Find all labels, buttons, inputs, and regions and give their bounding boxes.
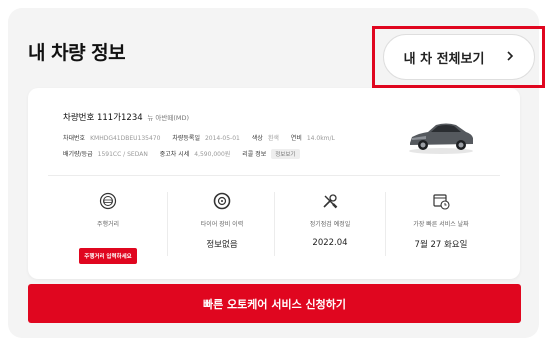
highlight-frame: [372, 26, 545, 88]
plate-row: 차량번호 111가1234 뉴 아반떼(MD): [63, 111, 189, 123]
displacement-label: 배기량/등급: [63, 151, 93, 158]
odometer-icon: [99, 192, 117, 210]
stat-mileage: 주행거리 주행거리 입력하세요: [56, 192, 160, 264]
used-price-value: 4,590,000원: [194, 151, 231, 158]
plate-number: 111가1234: [96, 113, 143, 123]
color-value: 흰색: [267, 135, 279, 142]
stat-separator: [167, 192, 168, 256]
car-image: [409, 123, 473, 154]
vin-label: 차대번호: [63, 135, 86, 142]
plate-label: 차량번호: [63, 113, 95, 123]
stat-mileage-label: 주행거리: [96, 221, 120, 228]
fuel-economy-label: 연비: [290, 135, 302, 142]
registration-date-value: 2014-05-01: [204, 135, 240, 142]
stat-inspection-value: 2022.04: [312, 238, 348, 248]
tire-icon: [213, 192, 231, 210]
stat-inspection: 정기점검 예정일 2022.04: [278, 192, 382, 248]
enter-mileage-button[interactable]: 주행거리 입력하세요: [79, 248, 137, 264]
wrench-screwdriver-icon: [323, 194, 338, 209]
spec-row-1: 차대번호 KMHDG41DBEU135470 차량등록일 2014-05-01 색상…: [63, 133, 345, 142]
card-divider: [48, 175, 500, 176]
stat-tire: 타이어 장비 이력 정보없음: [170, 192, 274, 250]
stat-tire-label: 타이어 장비 이력: [200, 221, 244, 228]
stat-service-date-label: 가장 빠른 서비스 날짜: [413, 221, 469, 228]
apply-autocare-service-button[interactable]: 빠른 오토케어 서비스 신청하기: [28, 284, 521, 323]
stat-inspection-label: 정기점검 예정일: [309, 221, 351, 228]
page-title: 내 차량 정보: [28, 42, 126, 64]
stat-separator: [385, 192, 386, 256]
vehicle-card: 차량번호 111가1234 뉴 아반떼(MD) 차대번호 KMHDG41DBEU1…: [28, 88, 520, 279]
fuel-economy-value: 14.0km/L: [306, 135, 335, 142]
used-price-label: 중고차 시세: [159, 151, 190, 158]
spec-row-2: 배기량/등급 1591CC / SEDAN 중고차 시세 4,590,000원 리콜…: [63, 149, 300, 159]
car-model: 뉴 아반떼(MD): [147, 114, 190, 122]
vin-value: KMHDG41DBEU135470: [90, 135, 161, 142]
calendar-clock-icon: [433, 194, 450, 210]
recall-label: 리콜 정보: [242, 151, 267, 158]
stat-tire-value: 정보없음: [206, 240, 238, 250]
recall-info-button[interactable]: 정보보기: [271, 149, 300, 159]
stat-service-date-value: 7월 27 화요일: [414, 240, 468, 250]
color-label: 색상: [251, 135, 263, 142]
stat-separator: [274, 192, 275, 256]
displacement-value: 1591CC / SEDAN: [97, 151, 148, 158]
stat-service-date: 가장 빠른 서비스 날짜 7월 27 화요일: [389, 192, 493, 250]
registration-date-label: 차량등록일: [172, 135, 200, 142]
